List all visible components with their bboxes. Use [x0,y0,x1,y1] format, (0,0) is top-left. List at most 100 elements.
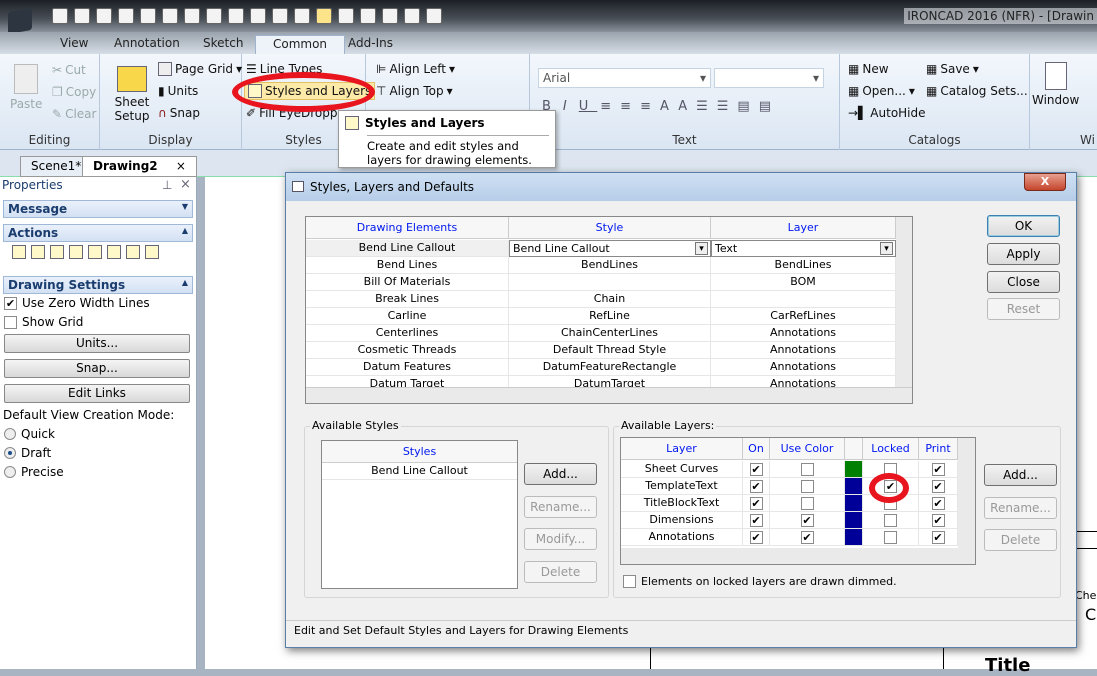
styles-list[interactable]: Styles Bend Line Callout [321,440,518,589]
table-cell[interactable]: Carline [306,308,509,325]
clear-button[interactable]: ✎ Clear [52,107,96,121]
table-cell[interactable]: BendLines [509,257,711,274]
checkbox-checked[interactable]: ✔ [800,530,814,544]
layer-checkbox-cell[interactable] [863,512,919,529]
table-cell[interactable]: Cosmetic Threads [306,342,509,359]
checkbox-checked[interactable]: ✔ [931,496,945,510]
column-header[interactable]: Layer [711,217,896,239]
layer-color-swatch[interactable] [845,461,863,478]
layer-checkbox-cell[interactable]: ✔ [919,495,958,512]
window-button[interactable]: Window [1032,62,1079,107]
close-icon[interactable]: × [180,177,191,192]
line-types-icon[interactable] [12,245,26,259]
checkbox-checked[interactable]: ✔ [931,479,945,493]
table-cell[interactable] [509,274,711,291]
edit-icon[interactable] [206,8,222,24]
checkbox-checked[interactable]: ✔ [749,496,763,510]
copy-button[interactable]: ❐ Copy [52,85,96,99]
layer-checkbox-cell[interactable]: ✔ [919,461,958,478]
table-cell[interactable]: BendLines [711,257,896,274]
layer-rename-button[interactable]: Rename... [984,497,1057,519]
checkbox-checked[interactable]: ✔ [749,479,763,493]
layer-checkbox-cell[interactable] [770,478,845,495]
undo-icon[interactable] [272,8,288,24]
table-cell[interactable]: Annotations [711,342,896,359]
table-cell[interactable]: RefLine [509,308,711,325]
bom-icon[interactable] [126,245,140,259]
column-header[interactable]: Layer [621,438,743,460]
checkbox-unchecked[interactable] [884,530,897,544]
list-icon[interactable] [404,8,420,24]
save-icon[interactable] [184,8,200,24]
sheet-setup-icon[interactable] [360,8,376,24]
layer-color-swatch[interactable] [845,529,863,546]
snap-button[interactable]: Snap... [4,359,190,378]
ok-button[interactable]: OK [987,215,1060,237]
sheet2-icon[interactable] [140,8,156,24]
table-cell[interactable]: BOM [711,274,896,291]
message-section-header[interactable]: Message ▼ [3,200,193,218]
layer-name[interactable]: TitleBlockText [621,495,743,512]
checkbox-unchecked[interactable] [800,496,814,510]
layer-checkbox-cell[interactable]: ✔ [919,529,958,546]
checkbox-checked[interactable]: ✔ [749,513,763,527]
window-icon[interactable] [426,8,442,24]
layer-checkbox-cell[interactable]: ✔ [743,529,770,546]
layer-color-swatch[interactable] [845,495,863,512]
layer-color-swatch[interactable] [845,478,863,495]
tab-annotation[interactable]: Annotation [106,35,188,54]
view-icon[interactable] [88,245,102,259]
page-grid-button[interactable]: Page Grid ▾ [158,62,242,76]
dim-locked-checkbox[interactable]: Elements on locked layers are drawn dimm… [623,575,897,588]
layer-checkbox-cell[interactable] [770,461,845,478]
sheet-setup-button[interactable]: Sheet Setup [114,66,150,123]
table-icon[interactable] [145,245,159,259]
dialog-close-button[interactable]: X [1024,173,1066,191]
layer-checkbox-cell[interactable]: ✔ [919,512,958,529]
column-header[interactable]: Print [919,438,958,460]
layer-checkbox-cell[interactable]: ✔ [743,461,770,478]
checkbox-unchecked[interactable] [800,479,814,493]
checkbox-checked[interactable]: ✔ [931,530,945,544]
show-grid-checkbox[interactable]: Show Grid [4,315,83,329]
checkbox-unchecked[interactable] [800,462,814,476]
use-zero-width-lines-checkbox[interactable]: ✔ Use Zero Width Lines [4,296,150,310]
layer-checkbox-cell[interactable]: ✔ [919,478,958,495]
catalog-new-button[interactable]: ▦ New [848,62,889,76]
edit-links-button[interactable]: Edit Links [4,384,190,403]
mode-quick-radio[interactable]: Quick [4,427,55,441]
close-tab-icon[interactable]: × [176,159,186,173]
drawing-settings-header[interactable]: Drawing Settings ▲ [3,276,193,294]
link-icon[interactable] [50,245,64,259]
style-delete-button[interactable]: Delete [524,561,597,583]
layer-name[interactable]: Annotations [621,529,743,546]
snap-button[interactable]: ∩ Snap [158,106,200,120]
checkbox-unchecked[interactable] [884,513,897,527]
vertical-scrollbar[interactable] [896,217,912,387]
layer-checkbox-cell[interactable]: ✔ [743,495,770,512]
mode-precise-radio[interactable]: Precise [4,465,64,479]
units-button[interactable]: ▮ Units [158,84,198,98]
autohide-button[interactable]: →▌ AutoHide [848,106,926,120]
align-top-button[interactable]: ⊤ Align Top ▾ [376,84,453,98]
dropdown-arrow-icon[interactable]: ▾ [695,242,708,255]
units-icon[interactable] [382,8,398,24]
table-cell[interactable]: Centerlines [306,325,509,342]
catalog-sets-button[interactable]: ▦ Catalog Sets... [926,84,1028,98]
checkbox-checked[interactable]: ✔ [800,513,814,527]
pin-icon[interactable]: ⊥ [162,178,172,192]
import-icon[interactable] [96,8,112,24]
table-cell[interactable]: Bend Lines [306,257,509,274]
tab-add-ins[interactable]: Add-Ins [340,35,401,54]
layer-name[interactable]: Dimensions [621,512,743,529]
table-cell[interactable]: Break Lines [306,291,509,308]
drawing-elements-table[interactable]: Drawing Elements Style Layer Bend Line Call… [305,216,913,404]
tab-sketch[interactable]: Sketch [195,35,251,54]
paste-button[interactable]: Paste [10,64,42,111]
column-header[interactable]: Drawing Elements [306,217,509,239]
layer-name[interactable]: Sheet Curves [621,461,743,478]
font-size-select[interactable]: ▾ [714,68,824,88]
tab-common[interactable]: Common [255,35,345,54]
layer-name[interactable]: TemplateText [621,478,743,495]
checkbox-checked[interactable]: ✔ [931,513,945,527]
